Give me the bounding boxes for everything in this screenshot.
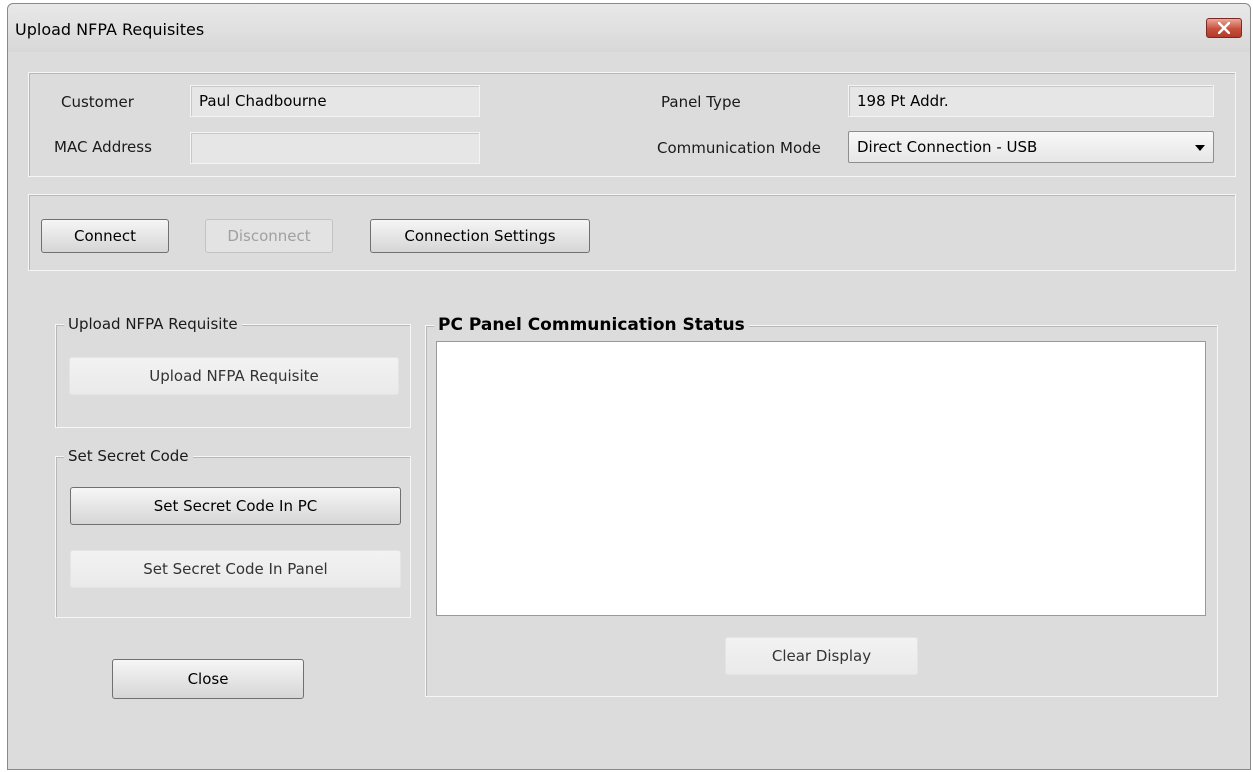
communication-mode-value: Direct Connection - USB	[857, 138, 1038, 156]
close-x-icon[interactable]	[1206, 18, 1242, 38]
mac-address-field[interactable]	[190, 132, 480, 164]
window-title: Upload NFPA Requisites	[15, 20, 205, 39]
status-group-caption: PC Panel Communication Status	[434, 315, 749, 335]
mac-address-label: MAC Address	[54, 138, 152, 156]
customer-field[interactable]: Paul Chadbourne	[190, 85, 480, 117]
connection-settings-button[interactable]: Connection Settings	[370, 219, 590, 253]
secret-code-group-caption: Set Secret Code	[64, 447, 193, 465]
panel-type-label: Panel Type	[661, 93, 741, 111]
upload-nfpa-requisite-button[interactable]: Upload NFPA Requisite	[69, 357, 399, 395]
upload-nfpa-group-caption: Upload NFPA Requisite	[64, 315, 242, 333]
clear-display-button[interactable]: Clear Display	[725, 637, 918, 675]
communication-mode-select[interactable]: Direct Connection - USB	[848, 131, 1214, 163]
disconnect-button[interactable]: Disconnect	[205, 219, 333, 253]
customer-label: Customer	[61, 93, 134, 111]
set-secret-code-pc-button[interactable]: Set Secret Code In PC	[70, 487, 401, 525]
status-display[interactable]	[436, 341, 1206, 616]
connect-button[interactable]: Connect	[41, 219, 169, 253]
communication-mode-label: Communication Mode	[657, 139, 821, 157]
upload-nfpa-window: Upload NFPA Requisites Customer Paul Cha…	[7, 3, 1251, 770]
close-button[interactable]: Close	[112, 659, 304, 699]
secret-code-group	[55, 456, 411, 618]
panel-type-field[interactable]: 198 Pt Addr.	[848, 85, 1214, 117]
chevron-down-icon[interactable]	[1195, 145, 1205, 151]
set-secret-code-panel-button[interactable]: Set Secret Code In Panel	[70, 550, 401, 588]
title-bar: Upload NFPA Requisites	[8, 4, 1250, 52]
